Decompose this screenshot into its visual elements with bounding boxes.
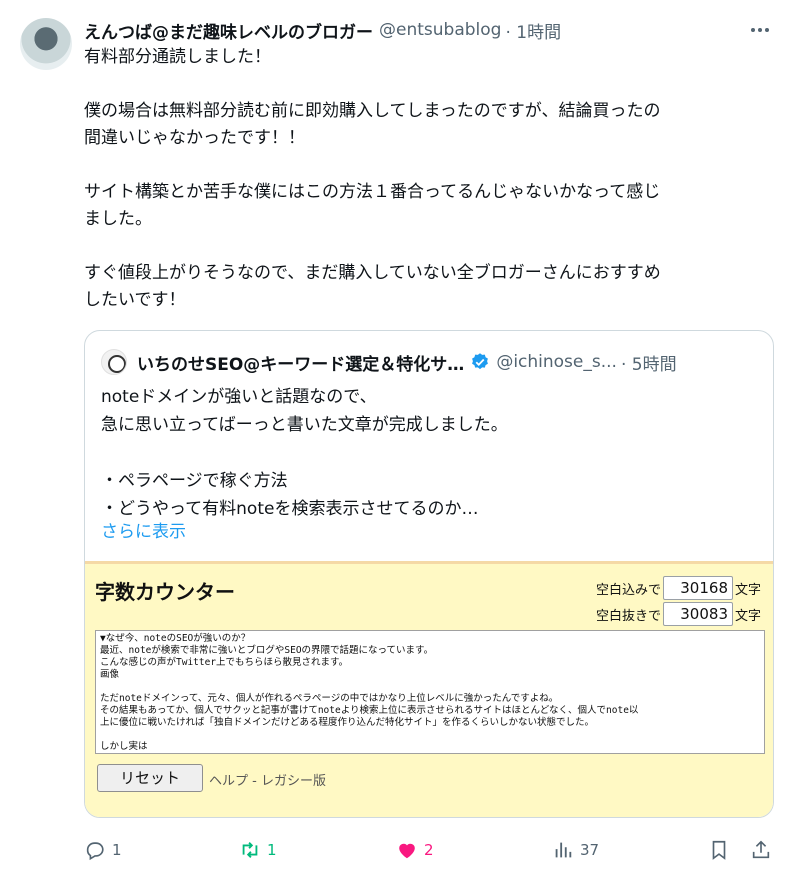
- unit-label: 文字: [734, 582, 761, 598]
- author-handle[interactable]: @entsubablog: [379, 20, 501, 40]
- share-button[interactable]: [750, 836, 772, 864]
- verified-badge-icon: [472, 353, 489, 370]
- bookmark-icon: [712, 840, 726, 860]
- without-spaces-label: 空白抜きで: [595, 608, 661, 624]
- share-icon: [752, 840, 770, 859]
- retweet-button[interactable]: 1: [239, 836, 277, 864]
- word-counter-image: 字数カウンター 空白込みで 30168 文字 空白抜きで 30083 文字 ▼な…: [85, 561, 773, 817]
- quoted-author-name: いちのせSEO@キーワード選定＆特化サ…: [137, 354, 465, 375]
- counter-textarea: ▼なぜ今、noteのSEOが強いのか？ 最近、noteが検索で非常に強いとブログ…: [95, 630, 765, 754]
- bookmark-button[interactable]: [708, 836, 730, 864]
- quoted-tweet-time: · 5時間: [620, 354, 677, 375]
- reset-button: リセット: [97, 764, 203, 792]
- with-spaces-label: 空白込みで: [595, 582, 661, 598]
- more-options-icon[interactable]: [748, 18, 772, 42]
- quoted-tweet-text: noteドメインが強いと話題なので、 急に思い立ってばーっと書いた文章が完成しま…: [101, 387, 508, 519]
- reply-count: 1: [112, 841, 122, 859]
- like-button[interactable]: 2: [396, 836, 434, 864]
- count-with-spaces: 空白込みで 30168 文字: [596, 576, 761, 600]
- quoted-author-handle: @ichinose_s...: [496, 352, 617, 372]
- heart-icon: [399, 843, 415, 859]
- unit-label: 文字: [734, 608, 761, 624]
- tweet-time[interactable]: · 1時間: [505, 18, 561, 43]
- help-legacy-links: ヘルプ - レガシー版: [209, 774, 326, 789]
- quoted-author-avatar: [101, 349, 127, 375]
- tweet-header: えんつば@まだ趣味レベルのブロガー @entsubablog · 1時間: [84, 17, 561, 43]
- tweet-actions: 1 1 2 37: [84, 836, 774, 864]
- quoted-tweet-header: いちのせSEO@キーワード選定＆特化サ… @ichinose_s... · 5時…: [101, 349, 677, 375]
- count-without-spaces: 空白抜きで 30083 文字: [596, 602, 761, 626]
- reply-icon: [86, 842, 104, 861]
- views-button[interactable]: 37: [552, 836, 599, 864]
- retweet-icon: [242, 842, 258, 858]
- like-count: 2: [424, 841, 434, 859]
- views-icon: [555, 842, 572, 858]
- retweet-count: 1: [267, 841, 277, 859]
- reply-button[interactable]: 1: [84, 836, 122, 864]
- quoted-tweet[interactable]: いちのせSEO@キーワード選定＆特化サ… @ichinose_s... · 5時…: [84, 330, 774, 818]
- tweet-text: 有料部分通読しました！ 僕の場合は無料部分読む前に即効購入してしまったのですが、…: [84, 47, 661, 310]
- show-more-link[interactable]: さらに表示: [101, 517, 186, 542]
- author-name[interactable]: えんつば@まだ趣味レベルのブロガー: [84, 18, 373, 43]
- with-spaces-value: 30168: [662, 576, 733, 600]
- counter-title: 字数カウンター: [95, 580, 235, 604]
- tweet: えんつば@まだ趣味レベルのブロガー @entsubablog · 1時間 有料部…: [0, 0, 790, 884]
- author-avatar[interactable]: [20, 18, 72, 70]
- views-count: 37: [580, 841, 600, 859]
- without-spaces-value: 30083: [662, 602, 733, 626]
